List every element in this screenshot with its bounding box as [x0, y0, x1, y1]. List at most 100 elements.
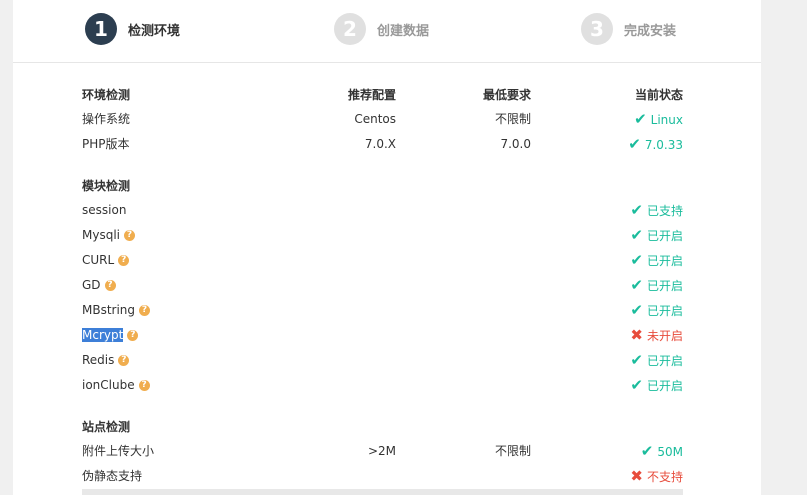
env-header-minimum: 最低要求 [482, 88, 531, 102]
row-name: 伪静态支持 [82, 469, 143, 483]
module-name: GD [82, 278, 101, 292]
site-table-header: 站点检测 [82, 417, 683, 437]
row-status: ✖ 未开启 [630, 325, 683, 346]
table-footer-bar [82, 489, 683, 495]
row-minimum: 7.0.0 [500, 137, 531, 151]
row-status: ✖ 不支持 [630, 466, 683, 487]
check-icon: ✔ [640, 442, 654, 460]
status-text: 已开启 [646, 379, 683, 393]
status-text: 50M [657, 445, 683, 459]
modules-header: 模块检测 [82, 179, 131, 193]
step-number: 1 [85, 13, 117, 45]
module-name-cell: Mysqli? [82, 225, 135, 245]
module-name-selected[interactable]: Mcrypt [82, 328, 124, 342]
module-name-cell: GD? [82, 275, 116, 295]
table-row: Mcrypt? ✖ 未开启 [82, 325, 683, 345]
status-text: 已开启 [646, 229, 683, 243]
status-text: 未开启 [646, 329, 683, 343]
table-row: 操作系统 Centos 不限制 ✔ Linux [82, 109, 683, 129]
step-check-environment: 1 检测环境 [85, 13, 180, 45]
status-text: Linux [650, 113, 683, 127]
check-icon: ✔ [634, 110, 647, 128]
row-status: ✔ 已开启 [630, 225, 683, 246]
cross-icon: ✖ [630, 326, 643, 344]
status-text: 不支持 [646, 470, 683, 484]
table-row: MBstring? ✔ 已开启 [82, 300, 683, 320]
row-status: ✔ 已开启 [630, 350, 683, 371]
check-icon: ✔ [630, 376, 643, 394]
env-header-status: 当前状态 [634, 88, 683, 102]
module-name: ionClube [82, 378, 135, 392]
module-name-cell: CURL? [82, 250, 130, 270]
row-recommended: >2M [367, 444, 396, 458]
modules-table-header: 模块检测 [82, 176, 683, 196]
step-create-data: 2 创建数据 [334, 13, 429, 45]
step-label: 检测环境 [128, 23, 181, 39]
help-icon[interactable]: ? [104, 280, 116, 291]
row-status: ✔ 已开启 [630, 250, 683, 271]
table-row: 伪静态支持 ✖ 不支持 [82, 466, 683, 486]
check-icon: ✔ [630, 301, 643, 319]
status-text: 已开启 [646, 304, 683, 318]
table-row: ionClube? ✔ 已开启 [82, 375, 683, 395]
check-icon: ✔ [630, 201, 643, 219]
table-row: Mysqli? ✔ 已开启 [82, 225, 683, 245]
table-row: CURL? ✔ 已开启 [82, 250, 683, 270]
row-status: ✔ 已开启 [630, 300, 683, 321]
row-minimum: 不限制 [494, 112, 531, 126]
step-number: 2 [334, 13, 366, 45]
step-label: 完成安装 [624, 23, 677, 39]
row-status: ✔ 50M [641, 441, 683, 462]
step-indicator: 1 检测环境 2 创建数据 3 完成安装 [13, 0, 761, 63]
status-text: 7.0.33 [644, 138, 683, 152]
installer-panel: 1 检测环境 2 创建数据 3 完成安装 环境检测 推荐配置 最低要求 当前状态… [13, 0, 761, 495]
row-status: ✔ 已开启 [630, 375, 683, 396]
row-status: ✔ Linux [634, 109, 683, 130]
module-name: CURL [82, 253, 115, 267]
module-name-cell: MBstring? [82, 300, 151, 320]
step-label: 创建数据 [377, 23, 430, 39]
status-text: 已开启 [646, 279, 683, 293]
row-minimum: 不限制 [494, 444, 531, 458]
module-name-cell: Mcrypt? [82, 325, 139, 345]
check-icon: ✔ [630, 276, 643, 294]
row-recommended: 7.0.X [364, 137, 396, 151]
check-icon: ✔ [630, 351, 643, 369]
check-icon: ✔ [630, 226, 643, 244]
step-number: 3 [581, 13, 613, 45]
module-name-cell: Redis? [82, 350, 130, 370]
table-row: PHP版本 7.0.X 7.0.0 ✔ 7.0.33 [82, 134, 683, 154]
help-icon[interactable]: ? [118, 255, 130, 266]
status-text: 已开启 [646, 254, 683, 268]
help-icon[interactable]: ? [124, 230, 135, 241]
module-name: Mysqli [82, 228, 120, 242]
cross-icon: ✖ [630, 467, 643, 485]
status-text: 已开启 [646, 354, 683, 368]
help-icon[interactable]: ? [118, 355, 130, 366]
row-status: ✔ 已支持 [630, 200, 683, 221]
site-header: 站点检测 [82, 420, 131, 434]
help-icon[interactable]: ? [139, 305, 151, 316]
module-name: Redis [82, 353, 115, 367]
module-name: MBstring [82, 303, 136, 317]
env-table-header: 环境检测 推荐配置 最低要求 当前状态 [82, 85, 683, 105]
help-icon[interactable]: ? [127, 330, 139, 341]
row-name: 操作系统 [82, 112, 131, 126]
row-recommended: Centos [354, 112, 396, 126]
table-row: session ✔ 已支持 [82, 200, 683, 220]
module-name-cell: ionClube? [82, 375, 150, 395]
table-row: GD? ✔ 已开启 [82, 275, 683, 295]
status-text: 已支持 [646, 204, 683, 218]
row-status: ✔ 7.0.33 [628, 134, 683, 155]
env-header-name: 环境检测 [82, 88, 131, 102]
module-name: session [82, 203, 127, 217]
step-finish-install: 3 完成安装 [581, 13, 676, 45]
check-icon: ✔ [630, 251, 643, 269]
check-icon: ✔ [628, 135, 641, 153]
env-header-recommended: 推荐配置 [347, 88, 396, 102]
row-name: 附件上传大小 [82, 444, 155, 458]
help-icon[interactable]: ? [138, 380, 150, 391]
table-row: Redis? ✔ 已开启 [82, 350, 683, 370]
table-row: 附件上传大小 >2M 不限制 ✔ 50M [82, 441, 683, 461]
row-name: PHP版本 [82, 137, 130, 151]
